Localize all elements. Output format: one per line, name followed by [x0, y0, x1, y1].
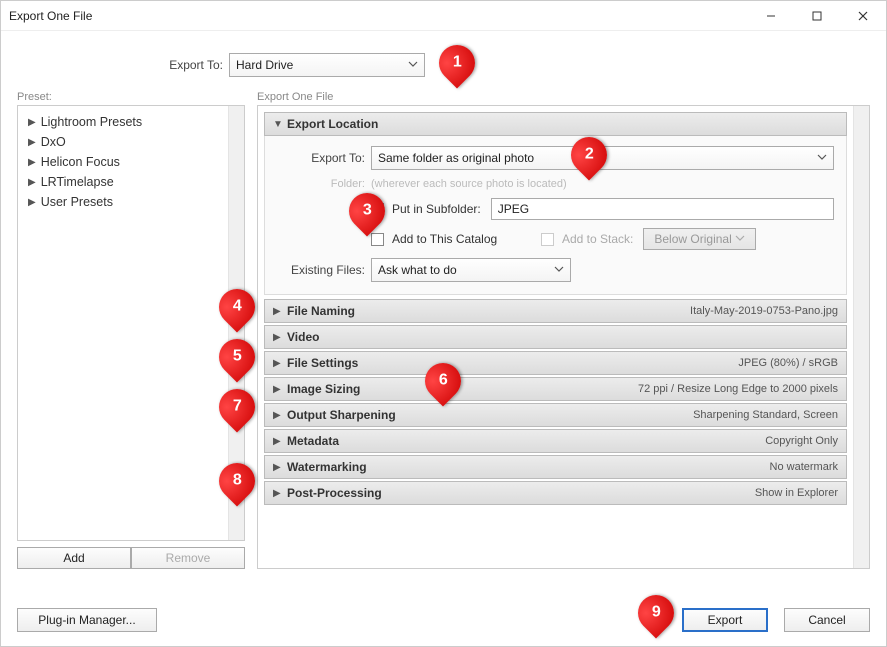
- chevron-down-icon: [817, 151, 827, 165]
- maximize-button[interactable]: [794, 1, 840, 31]
- add-to-catalog-group[interactable]: Add to This Catalog: [371, 232, 541, 246]
- settings-inner: ▼ Export Location Export To: Same folder…: [264, 112, 847, 507]
- section-output-sharpening[interactable]: ▶ Output Sharpening Sharpening Standard,…: [264, 403, 847, 427]
- preset-column: Preset: ▶Lightroom Presets ▶DxO ▶Helicon…: [17, 91, 245, 569]
- existing-files-label: Existing Files:: [277, 263, 371, 277]
- export-to-row: Export To: Hard Drive: [17, 53, 870, 77]
- triangle-right-icon: ▶: [273, 410, 283, 421]
- preset-label: Preset:: [17, 91, 245, 103]
- add-to-stack-checkbox: [541, 233, 554, 246]
- export-to-dropdown[interactable]: Hard Drive: [229, 53, 425, 77]
- columns: Preset: ▶Lightroom Presets ▶DxO ▶Helicon…: [17, 91, 870, 569]
- section-metadata[interactable]: ▶ Metadata Copyright Only: [264, 429, 847, 453]
- remove-preset-button[interactable]: Remove: [131, 547, 245, 569]
- triangle-right-icon: ▶: [273, 462, 283, 473]
- titlebar: Export One File: [1, 1, 886, 31]
- dialog-body: Export To: Hard Drive Preset: ▶Lightroom…: [1, 31, 886, 646]
- export-dialog: Export One File Export To: Hard Drive Pr…: [0, 0, 887, 647]
- loc-export-to-label: Export To:: [277, 151, 371, 165]
- settings-column: Export One File ▼ Export Location Export…: [257, 91, 870, 569]
- triangle-right-icon: ▶: [28, 197, 36, 208]
- triangle-right-icon: ▶: [28, 157, 36, 168]
- put-in-subfolder-checkbox[interactable]: [371, 203, 384, 216]
- footer-row: Plug-in Manager... Export Cancel: [17, 608, 870, 632]
- plugin-manager-button[interactable]: Plug-in Manager...: [17, 608, 157, 632]
- triangle-right-icon: ▶: [273, 306, 283, 317]
- scrollbar[interactable]: [228, 106, 244, 540]
- preset-item[interactable]: ▶User Presets: [18, 192, 244, 212]
- folder-hint: (wherever each source photo is located): [371, 178, 567, 190]
- triangle-right-icon: ▶: [273, 358, 283, 369]
- add-preset-button[interactable]: Add: [17, 547, 131, 569]
- subfolder-checkbox-group[interactable]: Put in Subfolder:: [371, 202, 481, 216]
- triangle-right-icon: ▶: [28, 177, 36, 188]
- preset-item[interactable]: ▶DxO: [18, 132, 244, 152]
- preset-item[interactable]: ▶LRTimelapse: [18, 172, 244, 192]
- preset-button-row: Add Remove: [17, 547, 245, 569]
- settings-panel: ▼ Export Location Export To: Same folder…: [257, 105, 870, 569]
- existing-files-dropdown[interactable]: Ask what to do: [371, 258, 571, 282]
- section-file-settings[interactable]: ▶ File Settings JPEG (80%) / sRGB: [264, 351, 847, 375]
- add-to-catalog-label: Add to This Catalog: [392, 232, 497, 246]
- section-image-sizing[interactable]: ▶ Image Sizing 72 ppi / Resize Long Edge…: [264, 377, 847, 401]
- folder-label: Folder:: [277, 178, 371, 190]
- section-video[interactable]: ▶ Video: [264, 325, 847, 349]
- subfolder-input[interactable]: JPEG: [491, 198, 834, 220]
- loc-export-to-dropdown[interactable]: Same folder as original photo: [371, 146, 834, 170]
- cancel-button[interactable]: Cancel: [784, 608, 870, 632]
- put-in-subfolder-label: Put in Subfolder:: [392, 202, 481, 216]
- export-button[interactable]: Export: [682, 608, 768, 632]
- triangle-right-icon: ▶: [273, 384, 283, 395]
- section-watermarking[interactable]: ▶ Watermarking No watermark: [264, 455, 847, 479]
- section-post-processing[interactable]: ▶ Post-Processing Show in Explorer: [264, 481, 847, 505]
- window-title: Export One File: [9, 9, 92, 23]
- stack-position-dropdown: Below Original: [643, 228, 756, 250]
- footer-right-buttons: Export Cancel: [682, 608, 870, 632]
- export-to-label: Export To:: [17, 58, 229, 72]
- section-file-naming[interactable]: ▶ File Naming Italy-May-2019-0753-Pano.j…: [264, 299, 847, 323]
- section-export-location-header[interactable]: ▼ Export Location: [264, 112, 847, 136]
- preset-list[interactable]: ▶Lightroom Presets ▶DxO ▶Helicon Focus ▶…: [17, 105, 245, 541]
- settings-label: Export One File: [257, 91, 870, 103]
- chevron-down-icon: [408, 58, 418, 72]
- triangle-down-icon: ▼: [273, 119, 283, 130]
- scrollbar[interactable]: [853, 106, 869, 568]
- triangle-right-icon: ▶: [273, 332, 283, 343]
- add-to-stack-label: Add to Stack:: [562, 232, 633, 246]
- triangle-right-icon: ▶: [28, 117, 36, 128]
- close-button[interactable]: [840, 1, 886, 31]
- add-to-catalog-checkbox[interactable]: [371, 233, 384, 246]
- export-to-value: Hard Drive: [236, 58, 293, 72]
- section-title: Export Location: [287, 117, 378, 131]
- add-to-stack-group: Add to Stack:: [541, 232, 633, 246]
- chevron-down-icon: [735, 232, 745, 246]
- triangle-right-icon: ▶: [28, 137, 36, 148]
- preset-item[interactable]: ▶Lightroom Presets: [18, 112, 244, 132]
- preset-item[interactable]: ▶Helicon Focus: [18, 152, 244, 172]
- triangle-right-icon: ▶: [273, 488, 283, 499]
- section-export-location-body: Export To: Same folder as original photo…: [264, 136, 847, 295]
- minimize-button[interactable]: [748, 1, 794, 31]
- triangle-right-icon: ▶: [273, 436, 283, 447]
- chevron-down-icon: [554, 263, 564, 277]
- window-buttons: [748, 1, 886, 31]
